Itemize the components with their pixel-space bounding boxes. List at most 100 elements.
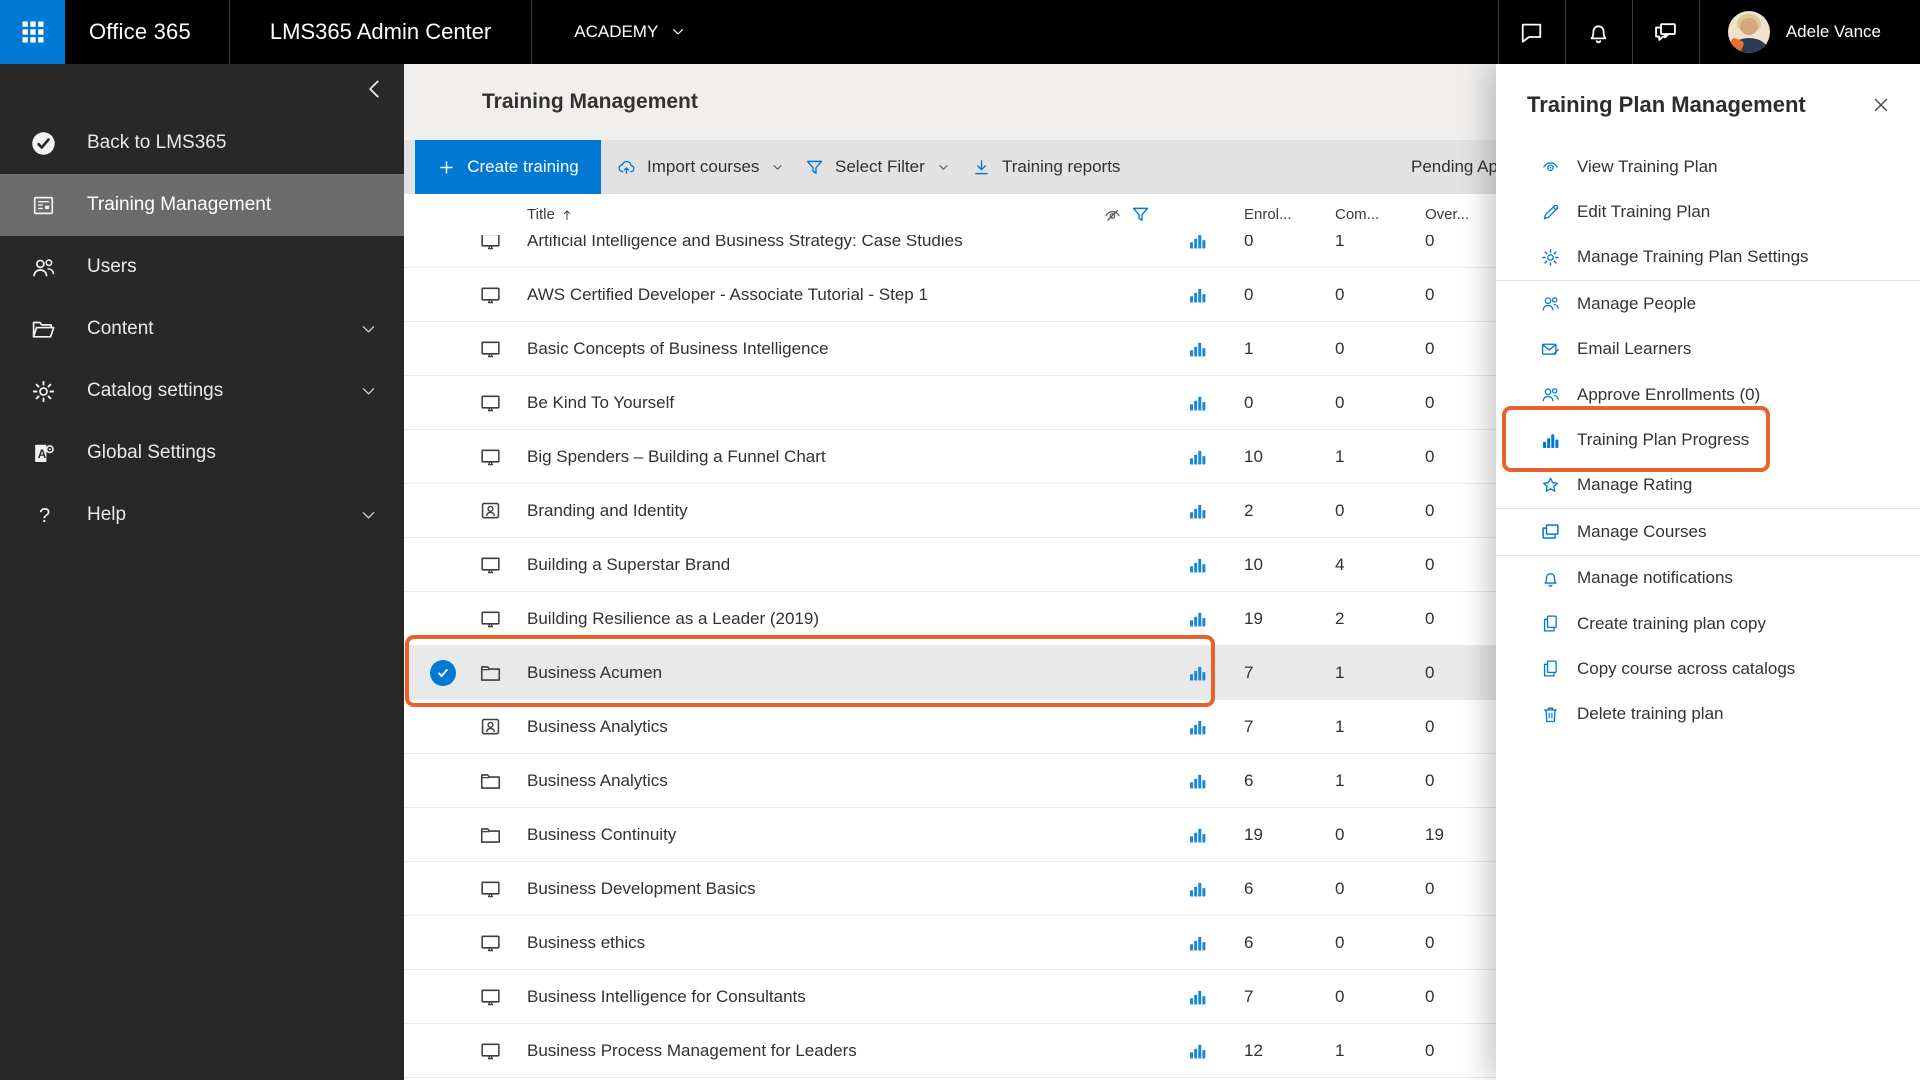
panel-item-manage-people[interactable]: Manage People: [1496, 281, 1920, 326]
panel-item-email-learners[interactable]: Email Learners: [1496, 327, 1920, 372]
panel-item-manage-training-plan-settings[interactable]: Manage Training Plan Settings: [1496, 235, 1920, 281]
app-launcher-button[interactable]: [0, 0, 65, 64]
progress-chart-icon[interactable]: [1187, 235, 1208, 251]
plus-icon: [437, 158, 456, 177]
row-title: AWS Certified Developer - Associate Tuto…: [527, 285, 928, 305]
pending-approvals-button[interactable]: Pending Ap: [1411, 140, 1498, 194]
people-icon: [1540, 384, 1561, 405]
table-row-business-acumen[interactable]: Business Acumen710: [404, 646, 1496, 700]
completed-count: 4: [1335, 555, 1344, 575]
close-panel-button[interactable]: [1870, 94, 1892, 116]
table-row-branding-and-identity[interactable]: Branding and Identity200: [404, 484, 1496, 538]
table-row-building-a-superstar-brand[interactable]: Building a Superstar Brand1040: [404, 538, 1496, 592]
catalog-switcher[interactable]: ACADEMY: [532, 22, 706, 42]
sidebar-item-label: Content: [87, 318, 154, 340]
progress-chart-icon[interactable]: [1187, 446, 1208, 467]
completed-count: 1: [1335, 447, 1344, 467]
progress-chart-icon[interactable]: [1187, 284, 1208, 305]
notifications-button[interactable]: [1566, 0, 1632, 64]
feedback-button[interactable]: [1633, 0, 1699, 64]
star-icon: [1540, 475, 1561, 496]
sidebar-item-label: Users: [87, 256, 137, 278]
gear-icon: [30, 378, 57, 405]
overdue-count: 0: [1425, 663, 1434, 683]
sidebar-item-training-management[interactable]: Training Management: [0, 174, 404, 236]
email-icon: [1540, 339, 1561, 360]
training-reports-button[interactable]: Training reports: [971, 140, 1120, 194]
progress-chart-icon[interactable]: [1187, 986, 1208, 1007]
panel-item-approve-enrollments-0[interactable]: Approve Enrollments (0): [1496, 372, 1920, 417]
panel-item-label: Manage People: [1577, 294, 1696, 314]
sidebar-item-content[interactable]: Content: [0, 298, 404, 360]
progress-chart-icon[interactable]: [1187, 770, 1208, 791]
enrolled-count: 6: [1244, 933, 1253, 953]
sidebar-item-users[interactable]: Users: [0, 236, 404, 298]
select-filter-button[interactable]: Select Filter: [804, 140, 950, 194]
progress-chart-icon[interactable]: [1187, 392, 1208, 413]
overdue-count: 0: [1425, 609, 1434, 629]
chat-button[interactable]: [1499, 0, 1565, 64]
table-row-aws-certified-developer-associate-tutorial-step-1[interactable]: AWS Certified Developer - Associate Tuto…: [404, 268, 1496, 322]
panel-item-view-training-plan[interactable]: View Training Plan: [1496, 144, 1920, 189]
table-row-big-spenders-building-a-funnel-chart[interactable]: Big Spenders – Building a Funnel Chart10…: [404, 430, 1496, 484]
sidebar-item-help[interactable]: ?Help: [0, 484, 404, 546]
completed-count: 1: [1335, 771, 1344, 791]
progress-chart-icon[interactable]: [1187, 554, 1208, 575]
progress-chart-icon[interactable]: [1187, 878, 1208, 899]
progress-chart-icon[interactable]: [1187, 716, 1208, 737]
sidebar-item-catalog-settings[interactable]: Catalog settings: [0, 360, 404, 422]
sort-ascending-icon: [560, 208, 574, 222]
import-courses-button[interactable]: Import courses: [616, 140, 784, 194]
column-header-completed[interactable]: Com...: [1335, 194, 1379, 235]
column-header-title[interactable]: Title: [527, 194, 574, 235]
courses-icon: [1540, 521, 1561, 542]
column-header-overdue[interactable]: Over...: [1425, 194, 1469, 235]
progress-chart-icon[interactable]: [1187, 1040, 1208, 1061]
completed-count: 0: [1335, 285, 1344, 305]
create-training-button[interactable]: Create training: [415, 140, 601, 194]
panel-item-manage-courses[interactable]: Manage Courses: [1496, 509, 1920, 555]
brand-office365[interactable]: Office 365: [65, 19, 229, 45]
brand-lms365-admin-center[interactable]: LMS365 Admin Center: [230, 19, 531, 45]
filter-icon[interactable]: [1130, 204, 1151, 225]
sidebar-collapse-button[interactable]: [362, 76, 388, 102]
panel-item-label: Manage notifications: [1577, 568, 1733, 588]
row-title: Business Intelligence for Consultants: [527, 987, 806, 1007]
progress-chart-icon[interactable]: [1187, 824, 1208, 845]
column-header-enrolled[interactable]: Enrol...: [1244, 194, 1292, 235]
row-title: Big Spenders – Building a Funnel Chart: [527, 447, 826, 467]
panel-item-label: Delete training plan: [1577, 704, 1723, 724]
course-type-icon: [478, 876, 503, 901]
table-row-business-development-basics[interactable]: Business Development Basics600: [404, 862, 1496, 916]
panel-item-training-plan-progress[interactable]: Training Plan Progress: [1496, 417, 1920, 462]
table-row-be-kind-to-yourself[interactable]: Be Kind To Yourself000: [404, 376, 1496, 430]
sidebar-item-back-to-lms365[interactable]: Back to LMS365: [0, 112, 404, 174]
selected-check-icon[interactable]: [430, 660, 456, 686]
row-title: Basic Concepts of Business Intelligence: [527, 339, 828, 359]
panel-item-copy-course-across-catalogs[interactable]: Copy course across catalogs: [1496, 646, 1920, 691]
hide-preview-icon[interactable]: [1102, 204, 1123, 225]
table-row-business-intelligence-for-consultants[interactable]: Business Intelligence for Consultants700: [404, 970, 1496, 1024]
table-row-business-process-management-for-leaders[interactable]: Business Process Management for Leaders1…: [404, 1024, 1496, 1078]
panel-item-manage-notifications[interactable]: Manage notifications: [1496, 556, 1920, 601]
column-title-label: Title: [527, 194, 555, 235]
table-row-business-continuity[interactable]: Business Continuity19019: [404, 808, 1496, 862]
table-row-artificial-intelligence-and-business-strategy-case-studies[interactable]: Artificial Intelligence and Business Str…: [404, 235, 1496, 268]
table-row-business-analytics[interactable]: Business Analytics710: [404, 700, 1496, 754]
table-row-business-ethics[interactable]: Business ethics600: [404, 916, 1496, 970]
sidebar-item-global-settings[interactable]: AGlobal Settings: [0, 422, 404, 484]
account-menu[interactable]: Adele Vance: [1700, 11, 1920, 53]
panel-item-manage-rating[interactable]: Manage Rating: [1496, 463, 1920, 509]
table-row-building-resilience-as-a-leader-2019[interactable]: Building Resilience as a Leader (2019)19…: [404, 592, 1496, 646]
progress-chart-icon[interactable]: [1187, 338, 1208, 359]
table-row-basic-concepts-of-business-intelligence[interactable]: Basic Concepts of Business Intelligence1…: [404, 322, 1496, 376]
progress-chart-icon[interactable]: [1187, 608, 1208, 629]
progress-chart-icon[interactable]: [1187, 932, 1208, 953]
panel-item-delete-training-plan[interactable]: Delete training plan: [1496, 692, 1920, 737]
progress-chart-icon[interactable]: [1187, 500, 1208, 521]
panel-item-create-training-plan-copy[interactable]: Create training plan copy: [1496, 601, 1920, 646]
panel-item-edit-training-plan[interactable]: Edit Training Plan: [1496, 189, 1920, 234]
plan-type-icon: [478, 768, 503, 793]
progress-chart-icon[interactable]: [1187, 662, 1208, 683]
table-row-business-analytics[interactable]: Business Analytics610: [404, 754, 1496, 808]
